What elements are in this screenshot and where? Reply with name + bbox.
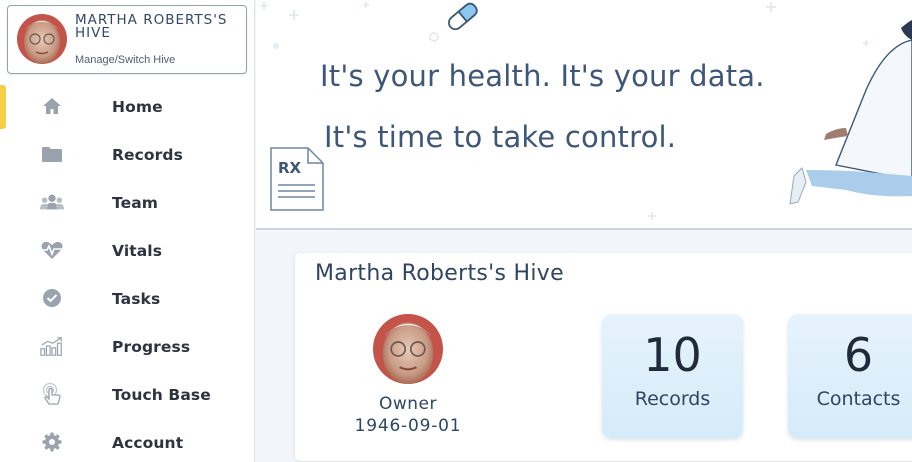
contacts-stat-label: Contacts xyxy=(816,388,901,410)
sidebar-item-records[interactable]: Records xyxy=(0,131,254,179)
avatar xyxy=(17,14,67,64)
sidebar-item-label: Team xyxy=(112,194,159,212)
chart-icon xyxy=(40,335,64,357)
banner-headline-line1: It's your health. It's your data. xyxy=(320,59,765,93)
sidebar-item-label: Home xyxy=(112,98,163,116)
hive-switcher-title: MARTHA ROBERTS'S HIVE xyxy=(75,12,228,41)
sidebar-item-label: Records xyxy=(112,146,183,164)
pill-icon xyxy=(448,2,478,31)
contacts-count: 6 xyxy=(843,328,874,382)
sidebar-item-touch-base[interactable]: Touch Base xyxy=(0,371,254,419)
sidebar-item-label: Vitals xyxy=(112,242,163,260)
owner-label: Owner xyxy=(378,394,437,414)
doctor-illustration xyxy=(789,20,912,205)
records-count: 10 xyxy=(643,328,702,382)
sidebar-item-label: Progress xyxy=(112,338,191,356)
gear-icon xyxy=(40,431,64,453)
banner-headline-line2: It's time to take control. xyxy=(324,120,677,154)
card-title: Martha Roberts's Hive xyxy=(315,261,564,286)
hero-banner: It's your health. It's your data. It's t… xyxy=(256,0,912,230)
contacts-stat-tile[interactable]: 6 Contacts xyxy=(788,314,912,438)
sidebar: MARTHA ROBERTS'S HIVE Manage/Switch Hive… xyxy=(0,0,255,462)
sidebar-item-label: Account xyxy=(112,434,184,452)
sidebar-item-progress[interactable]: Progress xyxy=(0,323,254,371)
records-stat-tile[interactable]: 10 Records xyxy=(602,314,743,438)
records-stat-label: Records xyxy=(634,388,711,410)
folder-icon xyxy=(40,143,64,165)
heart-pulse-icon xyxy=(40,239,64,261)
sidebar-item-label: Touch Base xyxy=(112,386,211,404)
rx-label: RX xyxy=(278,159,302,177)
team-icon xyxy=(40,191,64,213)
avatar xyxy=(373,314,443,384)
hive-switcher[interactable]: MARTHA ROBERTS'S HIVE Manage/Switch Hive xyxy=(7,5,247,74)
touch-icon xyxy=(40,382,64,405)
check-circle-icon xyxy=(40,287,64,309)
home-icon xyxy=(40,95,64,117)
sidebar-item-home[interactable]: Home xyxy=(0,83,254,131)
hive-summary-card: Martha Roberts's Hive Owner 1946-09-01 1… xyxy=(295,253,912,461)
sidebar-item-account[interactable]: Account xyxy=(0,419,254,462)
sidebar-item-label: Tasks xyxy=(112,290,161,308)
owner-birthdate: 1946-09-01 xyxy=(354,416,462,436)
hive-switcher-subtitle: Manage/Switch Hive xyxy=(75,54,176,66)
sidebar-item-tasks[interactable]: Tasks xyxy=(0,275,254,323)
sidebar-item-vitals[interactable]: Vitals xyxy=(0,227,254,275)
sidebar-nav: Home Records Team Vitals Tasks Progress … xyxy=(0,83,254,462)
prescription-icon: RX xyxy=(270,147,324,211)
sidebar-item-team[interactable]: Team xyxy=(0,179,254,227)
